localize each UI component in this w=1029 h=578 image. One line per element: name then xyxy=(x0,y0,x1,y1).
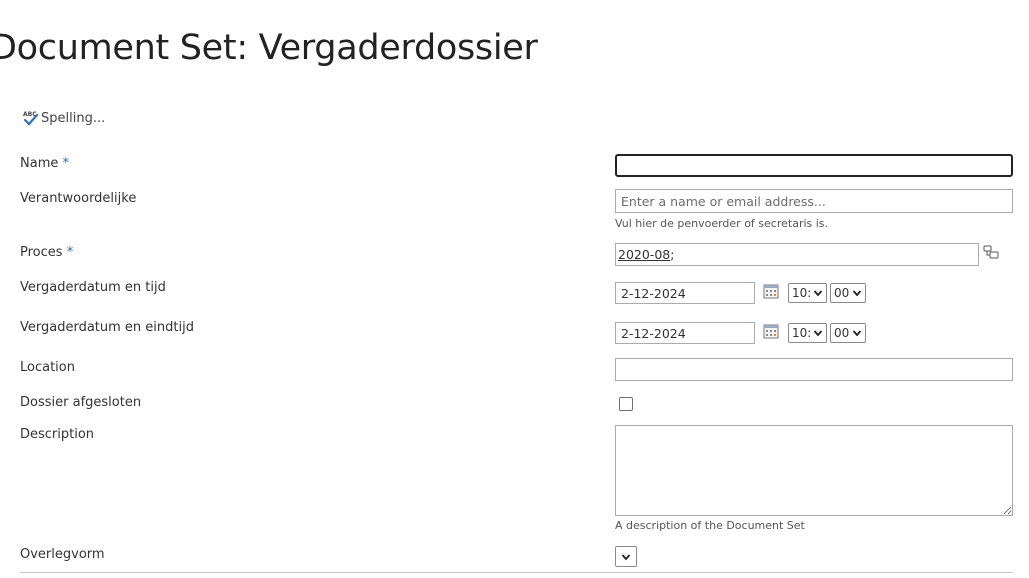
chevron-down-icon xyxy=(813,290,823,297)
spelling-button[interactable]: ABC Spelling... xyxy=(22,110,105,126)
calendar-icon[interactable] xyxy=(763,283,779,299)
chevron-down-icon xyxy=(852,290,862,297)
proces-term[interactable]: 2020-08 xyxy=(618,247,670,262)
vergaderdatum-tijd-label: Vergaderdatum en tijd xyxy=(20,280,166,295)
proces-label: Proces * xyxy=(20,245,73,260)
overlegvorm-select[interactable] xyxy=(615,546,637,567)
end-hour-select[interactable]: 10: xyxy=(788,323,827,343)
proces-label-text: Proces xyxy=(20,245,63,260)
form-divider xyxy=(20,572,1013,573)
dossier-afgesloten-checkbox[interactable] xyxy=(619,397,633,411)
spelling-label: Spelling... xyxy=(41,110,106,126)
verantwoordelijke-label: Verantwoordelijke xyxy=(20,191,137,206)
abc-check-icon: ABC xyxy=(22,110,39,126)
required-mark: * xyxy=(66,245,74,260)
end-date-input[interactable] xyxy=(615,322,755,344)
end-hour-value: 10: xyxy=(792,326,812,340)
calendar-icon[interactable] xyxy=(763,323,779,339)
name-label-text: Name xyxy=(20,156,59,171)
page-title: Document Set: Vergaderdossier xyxy=(0,28,538,68)
verantwoordelijke-hint: Vul hier de penvoerder of secretaris is. xyxy=(615,217,829,230)
chevron-down-icon xyxy=(852,330,862,337)
proces-separator: ; xyxy=(670,247,675,262)
name-label: Name * xyxy=(20,156,69,171)
chevron-down-icon xyxy=(621,554,631,561)
start-date-input[interactable] xyxy=(615,282,755,304)
start-minute-select[interactable]: 00 xyxy=(830,283,866,303)
proces-taxonomy-input[interactable]: 2020-08; xyxy=(615,243,979,266)
location-input[interactable] xyxy=(615,358,1013,381)
overlegvorm-label: Overlegvorm xyxy=(20,547,105,562)
description-hint: A description of the Document Set xyxy=(615,519,805,532)
name-input[interactable] xyxy=(615,154,1013,177)
chevron-down-icon xyxy=(813,330,823,337)
required-mark: * xyxy=(62,156,70,171)
browse-lookup-icon[interactable] xyxy=(983,245,999,259)
start-hour-select[interactable]: 10: xyxy=(788,283,827,303)
verantwoordelijke-people-picker[interactable] xyxy=(615,189,1013,213)
description-textarea[interactable] xyxy=(615,425,1013,516)
start-minute-value: 00 xyxy=(834,286,850,300)
vergaderdatum-eindtijd-label: Vergaderdatum en eindtijd xyxy=(20,320,194,335)
description-label: Description xyxy=(20,427,95,442)
dossier-afgesloten-label: Dossier afgesloten xyxy=(20,395,142,410)
end-minute-select[interactable]: 00 xyxy=(830,323,866,343)
location-label: Location xyxy=(20,360,75,375)
start-hour-value: 10: xyxy=(792,286,812,300)
end-minute-value: 00 xyxy=(834,326,850,340)
